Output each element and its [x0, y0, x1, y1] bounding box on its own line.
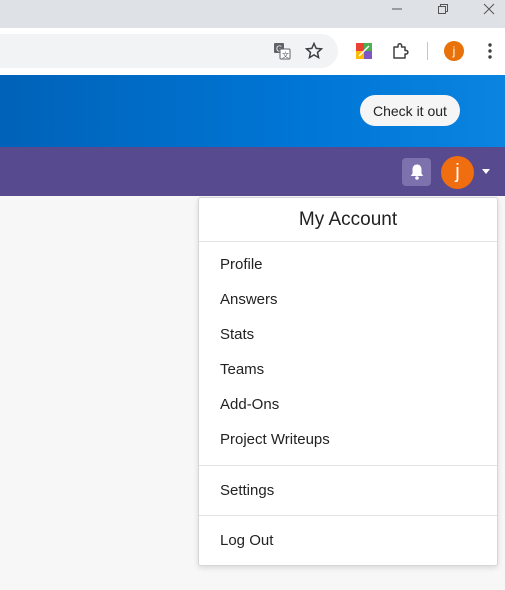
restore-button[interactable] — [428, 0, 458, 18]
restore-icon — [438, 4, 448, 14]
notifications-button[interactable] — [402, 158, 431, 186]
account-dropdown-menu: My Account Profile Answers Stats Teams A… — [198, 197, 498, 566]
dropdown-title: My Account — [199, 198, 497, 242]
user-avatar[interactable]: j — [441, 156, 474, 189]
minimize-button[interactable] — [382, 0, 412, 18]
logout-group: Log Out — [199, 516, 497, 558]
menu-item-add-ons[interactable]: Add-Ons — [199, 387, 497, 422]
browser-profile-avatar[interactable]: j — [444, 41, 464, 61]
bell-icon — [410, 164, 423, 180]
menu-item-answers[interactable]: Answers — [199, 282, 497, 317]
close-window-button[interactable] — [474, 0, 504, 18]
browser-toolbar: G 文 j — [0, 28, 505, 75]
bookmark-star-icon[interactable] — [303, 41, 325, 61]
minimize-icon — [392, 8, 402, 10]
site-navbar: j — [0, 147, 505, 196]
menu-item-profile[interactable]: Profile — [199, 247, 497, 282]
settings-group: Settings — [199, 466, 497, 515]
more-menu-icon[interactable] — [480, 41, 500, 61]
account-menu-items: Profile Answers Stats Teams Add-Ons Proj… — [199, 242, 497, 465]
menu-item-log-out[interactable]: Log Out — [199, 523, 497, 558]
toolbar-divider — [427, 42, 428, 60]
menu-item-teams[interactable]: Teams — [199, 352, 497, 387]
extensions-puzzle-icon[interactable] — [389, 41, 411, 61]
menu-item-stats[interactable]: Stats — [199, 317, 497, 352]
svg-text:文: 文 — [282, 51, 289, 60]
translate-icon[interactable]: G 文 — [271, 41, 293, 61]
menu-item-settings[interactable]: Settings — [199, 473, 497, 508]
extension-app-icon[interactable] — [353, 41, 375, 61]
browser-titlebar — [0, 0, 505, 28]
close-icon — [483, 3, 495, 15]
chevron-down-icon[interactable] — [482, 169, 490, 174]
menu-item-project-writeups[interactable]: Project Writeups — [199, 422, 497, 457]
check-it-out-button[interactable]: Check it out — [360, 95, 460, 126]
site-hero-banner: Check it out — [0, 75, 505, 147]
